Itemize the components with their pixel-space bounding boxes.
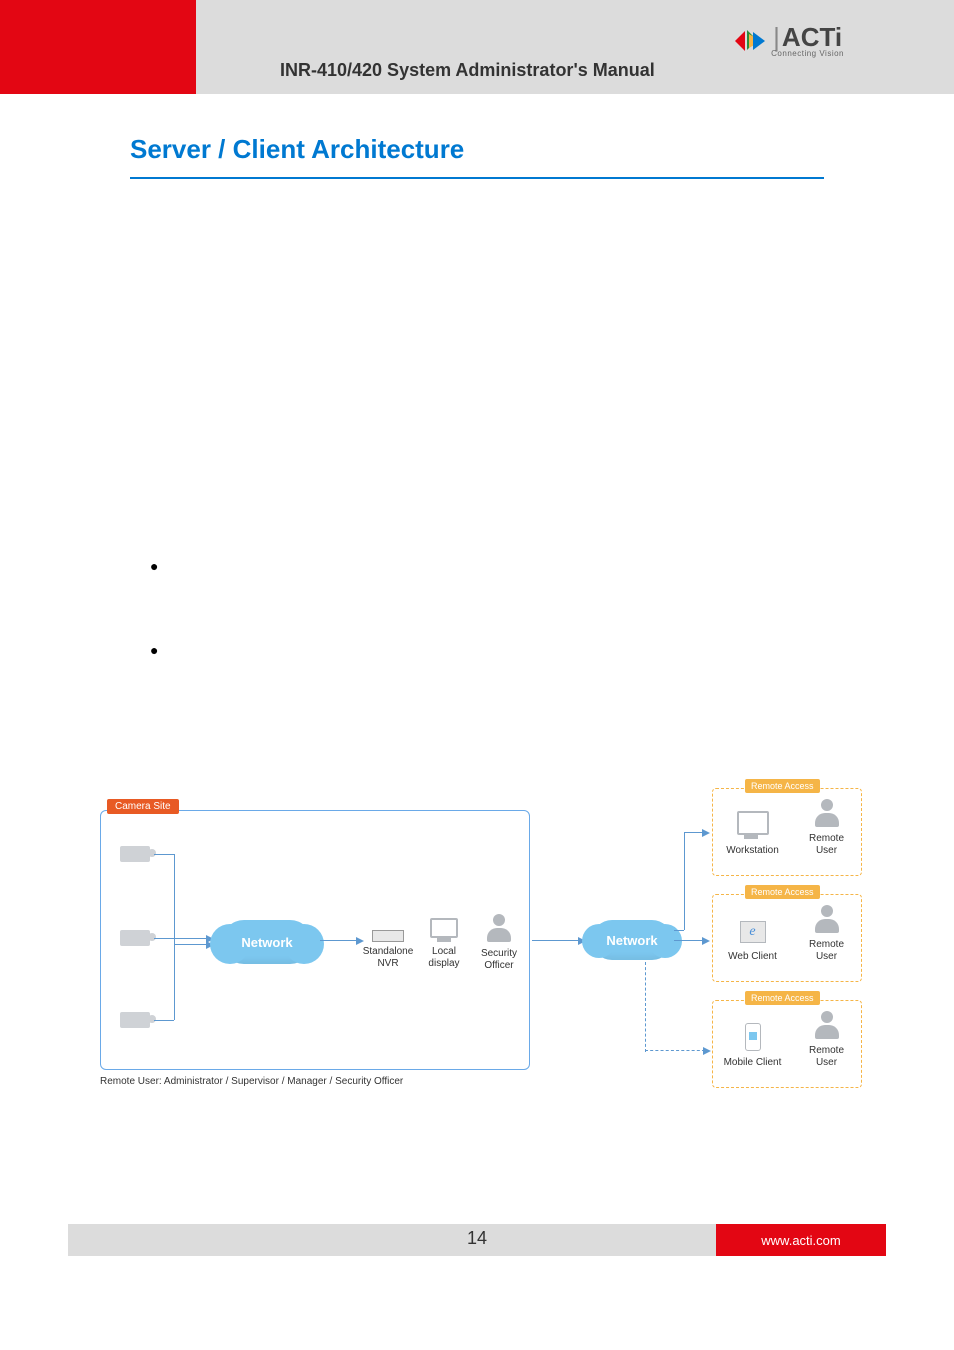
workstation-icon: Workstation	[723, 811, 783, 857]
logo-tagline: Connecting Vision	[771, 50, 844, 58]
bullet-dot-icon: ●	[150, 559, 158, 573]
network-cloud-icon: Network	[592, 920, 672, 960]
security-officer-label: Security Officer	[476, 948, 522, 972]
bullet-item: ●	[150, 559, 824, 573]
bullet-dot-icon: ●	[150, 643, 158, 657]
page-content: Server / Client Architecture ● ●	[0, 94, 954, 657]
workstation-label: Workstation	[723, 845, 783, 857]
manual-title: INR-410/420 System Administrator's Manua…	[280, 60, 655, 81]
remote-user-label: Remote User	[802, 833, 852, 857]
remote-user-icon: Remote User	[802, 1011, 852, 1069]
ie-icon: e	[740, 921, 766, 943]
logo-mark-icon	[735, 28, 765, 54]
section-divider	[130, 177, 824, 179]
remote-access-box: Remote Access e Web Client Remote User	[712, 894, 862, 982]
security-officer-icon: Security Officer	[476, 914, 522, 972]
logo-text: ACTi	[782, 22, 842, 52]
local-display-icon: Local display	[416, 918, 472, 970]
nvr-label: Standalone NVR	[362, 946, 414, 970]
remote-access-badge: Remote Access	[745, 779, 820, 793]
camera-site-badge: Camera Site	[107, 799, 179, 814]
web-client-icon: e Web Client	[723, 921, 783, 963]
mobile-client-label: Mobile Client	[723, 1057, 783, 1069]
header-red-block	[0, 0, 196, 94]
local-display-label: Local display	[416, 946, 472, 970]
camera-icon	[120, 1012, 150, 1028]
network-label: Network	[606, 933, 657, 948]
page-footer: 14 www.acti.com	[68, 1224, 886, 1256]
network-cloud-icon: Network	[222, 920, 312, 964]
remote-access-badge: Remote Access	[745, 991, 820, 1005]
logo-divider: |	[773, 22, 780, 52]
section-heading: Server / Client Architecture	[130, 134, 824, 165]
architecture-diagram: Camera Site Network Standalone NVR Local…	[100, 780, 860, 1090]
network-label: Network	[241, 935, 292, 950]
web-client-label: Web Client	[723, 951, 783, 963]
bullet-list: ● ●	[150, 559, 824, 657]
mobile-client-icon: Mobile Client	[723, 1023, 783, 1069]
remote-access-box: Remote Access Workstation Remote User	[712, 788, 862, 876]
remote-user-label: Remote User	[802, 1045, 852, 1069]
standalone-nvr-icon: Standalone NVR	[362, 930, 414, 970]
remote-access-badge: Remote Access	[745, 885, 820, 899]
bullet-item: ●	[150, 643, 824, 657]
remote-access-box: Remote Access Mobile Client Remote User	[712, 1000, 862, 1088]
page-header: INR-410/420 System Administrator's Manua…	[0, 0, 954, 94]
camera-icon	[120, 930, 150, 946]
camera-icon	[120, 846, 150, 862]
brand-logo: |ACTi Connecting Vision	[735, 24, 844, 58]
footer-url: www.acti.com	[716, 1224, 886, 1256]
remote-user-icon: Remote User	[802, 799, 852, 857]
diagram-caption: Remote User: Administrator / Supervisor …	[100, 1076, 403, 1087]
remote-user-label: Remote User	[802, 939, 852, 963]
remote-user-icon: Remote User	[802, 905, 852, 963]
